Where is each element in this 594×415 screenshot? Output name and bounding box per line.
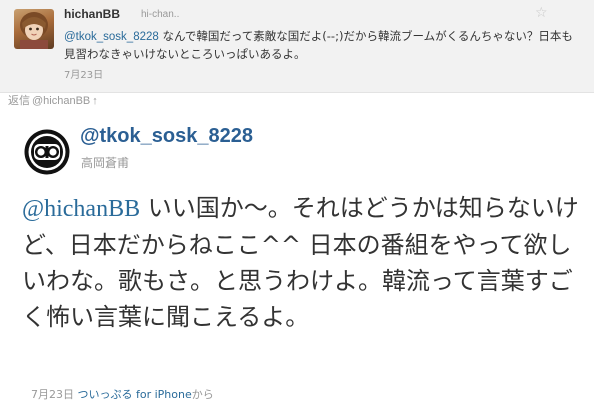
family-crest-icon <box>23 128 71 176</box>
main-tweet-text: @hichanBB いい国か〜。それはどうかは知らないけど、日本だからねここ^^… <box>22 190 582 335</box>
reply-timestamp[interactable]: 7月23日 <box>64 66 103 81</box>
in-reply-to-link[interactable]: 返信 @hichanBB ↑ <box>8 92 98 108</box>
main-avatar[interactable] <box>23 128 71 176</box>
source-link[interactable]: ついっぷる for iPhone <box>78 388 192 401</box>
reply-handle: hi-chan.. <box>141 9 180 20</box>
reply-tweet-text: @tkok_sosk_8228 なんで韓国だって素敵な国だよ(--;)だから韓流… <box>64 28 582 63</box>
main-timestamp[interactable]: 7月23日 <box>31 388 74 401</box>
reply-screen-name[interactable]: hichanBB <box>64 7 120 21</box>
main-tweet: @tkok_sosk_8228 高岡蒼甫 @hichanBB いい国か〜。それは… <box>0 114 594 415</box>
main-screen-name[interactable]: @tkok_sosk_8228 <box>80 125 253 148</box>
source-suffix: から <box>191 388 214 401</box>
avatar-icon <box>20 12 48 49</box>
main-mention-link[interactable]: @hichanBB <box>22 196 140 222</box>
reply-tweet: hichanBB hi-chan.. ☆ @tkok_sosk_8228 なんで… <box>0 0 594 93</box>
avatar[interactable] <box>14 9 54 49</box>
up-arrow-icon: ↑ <box>92 95 98 107</box>
favorite-star-icon[interactable]: ☆ <box>535 6 548 20</box>
main-tweet-meta: 7月23日 ついっぷる for iPhoneから <box>31 386 214 402</box>
in-reply-to-label: 返信 <box>8 95 30 107</box>
in-reply-to-user[interactable]: @hichanBB <box>32 95 90 107</box>
reply-mention-link[interactable]: @tkok_sosk_8228 <box>64 31 159 43</box>
main-full-name: 高岡蒼甫 <box>81 156 130 170</box>
